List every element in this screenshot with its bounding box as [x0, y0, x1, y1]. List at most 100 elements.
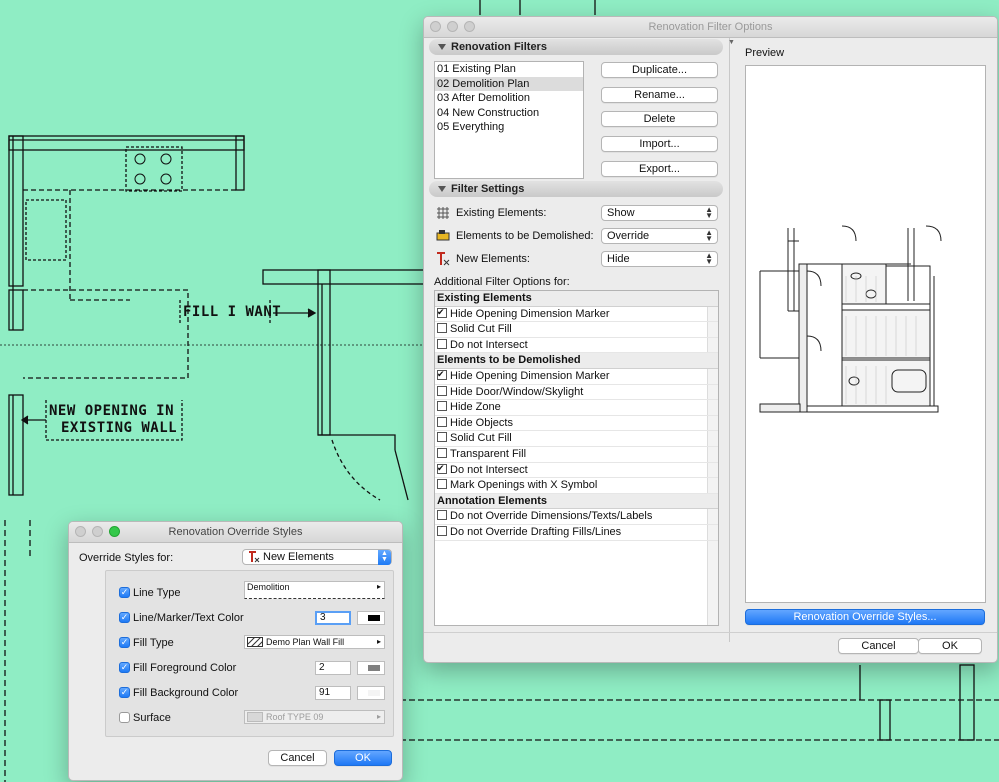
checkbox[interactable] — [437, 510, 447, 521]
preview-pane — [745, 65, 986, 603]
checkbox[interactable] — [437, 307, 447, 318]
option-row[interactable]: Hide Zone — [435, 400, 718, 416]
filter-window-title: Renovation Filter Options — [648, 21, 773, 33]
checkbox[interactable] — [437, 447, 447, 458]
filter-item-selected[interactable]: 02 Demolition Plan — [435, 76, 583, 92]
demolished-elements-icon — [436, 230, 450, 241]
filter-list[interactable]: 01 Existing Plan 02 Demolition Plan 03 A… — [434, 61, 584, 179]
option-row[interactable]: Transparent Fill — [435, 447, 718, 463]
checkbox[interactable] — [437, 385, 447, 396]
checkbox[interactable] — [437, 369, 447, 380]
fill-fg-checkbox[interactable]: ✓ — [119, 662, 130, 673]
fill-type-select[interactable]: Demo Plan Wall Fill ▸ — [244, 635, 385, 649]
new-elements-select[interactable]: Hide ▲ ▼ — [601, 251, 718, 267]
preview-label: Preview — [745, 47, 785, 59]
option-row[interactable]: Do not Intersect — [435, 338, 718, 354]
additional-options-list[interactable]: Existing Elements Hide Opening Dimension… — [434, 290, 719, 626]
option-row[interactable]: Do not Intersect — [435, 463, 718, 479]
fill-callout-label: FILL I WANT — [183, 304, 282, 320]
fill-type-label: Fill Type — [133, 637, 174, 649]
additional-options-label: Additional Filter Options for: — [434, 276, 570, 288]
existing-elements-select[interactable]: Show ▲ ▼ — [601, 205, 718, 221]
fill-bg-swatch[interactable] — [357, 686, 385, 700]
collapse-arrow-icon[interactable]: ▼ — [728, 39, 735, 46]
filter-item[interactable]: 05 Everything — [435, 120, 583, 135]
option-row[interactable]: Hide Door/Window/Skylight — [435, 385, 718, 401]
override-window-title: Renovation Override Styles — [168, 526, 303, 538]
option-row[interactable]: Hide Opening Dimension Marker — [435, 369, 718, 385]
surface-checkbox[interactable] — [119, 712, 130, 723]
checkbox[interactable] — [437, 401, 447, 412]
override-for-select[interactable]: New Elements ▲ ▼ — [242, 549, 392, 565]
line-color-input[interactable]: 3 — [315, 611, 351, 625]
checkbox[interactable] — [437, 525, 447, 536]
close-window-button[interactable] — [75, 526, 86, 537]
checkbox[interactable] — [437, 463, 447, 474]
option-row[interactable]: Mark Openings with X Symbol — [435, 478, 718, 494]
ok-button[interactable]: OK — [334, 750, 392, 766]
new-opening-label-line2: EXISTING WALL — [61, 420, 178, 436]
demolished-elements-label: Elements to be Demolished: — [456, 230, 594, 242]
export-button[interactable]: Export... — [601, 161, 718, 177]
duplicate-button[interactable]: Duplicate... — [601, 62, 718, 78]
option-row[interactable]: Solid Cut Fill — [435, 431, 718, 447]
new-opening-label-line1: NEW OPENING IN — [49, 403, 175, 419]
override-for-label: Override Styles for: — [79, 552, 174, 564]
line-color-swatch[interactable] — [357, 611, 385, 625]
existing-elements-icon — [437, 207, 449, 219]
filter-item[interactable]: 03 After Demolition — [435, 91, 583, 106]
close-window-button[interactable] — [430, 21, 441, 32]
override-styles-window: Renovation Override Styles Override Styl… — [68, 521, 403, 781]
line-type-select[interactable]: Demolition ▸ — [244, 581, 385, 599]
delete-button[interactable]: Delete — [601, 111, 718, 127]
fill-type-checkbox[interactable]: ✓ — [119, 637, 130, 648]
cancel-button[interactable]: Cancel — [838, 638, 919, 654]
group-header-demolished: Elements to be Demolished — [435, 353, 718, 369]
option-row[interactable]: Hide Opening Dimension Marker — [435, 307, 718, 323]
fill-fg-label: Fill Foreground Color — [133, 662, 237, 674]
fill-fg-input[interactable]: 2 — [315, 661, 351, 675]
checkbox[interactable] — [437, 432, 447, 443]
line-type-checkbox[interactable]: ✓ — [119, 587, 130, 598]
group-header-existing: Existing Elements — [435, 291, 718, 307]
checkbox[interactable] — [437, 479, 447, 490]
new-elements-icon — [249, 551, 260, 563]
import-button[interactable]: Import... — [601, 136, 718, 152]
option-row[interactable]: Hide Objects — [435, 416, 718, 432]
panel-divider[interactable] — [729, 38, 730, 642]
renovation-filter-window: Renovation Filter Options Renovation Fil… — [423, 16, 998, 663]
filter-window-titlebar: Renovation Filter Options — [424, 17, 997, 38]
checkbox[interactable] — [437, 416, 447, 427]
option-row[interactable]: Do not Override Drafting Fills/Lines — [435, 525, 718, 541]
floor-plan-preview — [759, 225, 942, 413]
fill-bg-label: Fill Background Color — [133, 687, 239, 699]
renovation-filters-section[interactable]: Renovation Filters — [429, 39, 723, 55]
checkbox[interactable] — [437, 323, 447, 334]
demolished-elements-select[interactable]: Override ▲ ▼ — [601, 228, 718, 244]
rename-button[interactable]: Rename... — [601, 87, 718, 103]
fill-bg-checkbox[interactable]: ✓ — [119, 687, 130, 698]
checkbox[interactable] — [437, 338, 447, 349]
zoom-window-button[interactable] — [464, 21, 475, 32]
surface-select: Roof TYPE 09 ▸ — [244, 710, 385, 724]
filter-item[interactable]: 01 Existing Plan — [435, 62, 583, 77]
fill-bg-input[interactable]: 91 — [315, 686, 351, 700]
group-header-annotation: Annotation Elements — [435, 493, 718, 510]
filter-item[interactable]: 04 New Construction — [435, 106, 583, 121]
zoom-window-button[interactable] — [109, 526, 120, 537]
new-elements-label: New Elements: — [456, 253, 530, 265]
minimize-window-button[interactable] — [447, 21, 458, 32]
line-type-label: Line Type — [133, 587, 181, 599]
renovation-override-styles-button[interactable]: Renovation Override Styles... — [745, 609, 985, 625]
ok-button[interactable]: OK — [918, 638, 982, 654]
fill-fg-swatch[interactable] — [357, 661, 385, 675]
hatch-pattern-icon — [247, 637, 263, 647]
cancel-button[interactable]: Cancel — [268, 750, 327, 766]
line-color-checkbox[interactable]: ✓ — [119, 612, 130, 623]
filter-settings-section[interactable]: Renovation Filters Filter Settings — [429, 181, 723, 197]
override-styles-panel: ✓ Line Type Demolition ▸ ✓ Line/Marker/T… — [105, 570, 394, 737]
existing-elements-label: Existing Elements: — [456, 207, 547, 219]
minimize-window-button[interactable] — [92, 526, 103, 537]
option-row[interactable]: Solid Cut Fill — [435, 322, 718, 338]
option-row[interactable]: Do not Override Dimensions/Texts/Labels — [435, 509, 718, 525]
